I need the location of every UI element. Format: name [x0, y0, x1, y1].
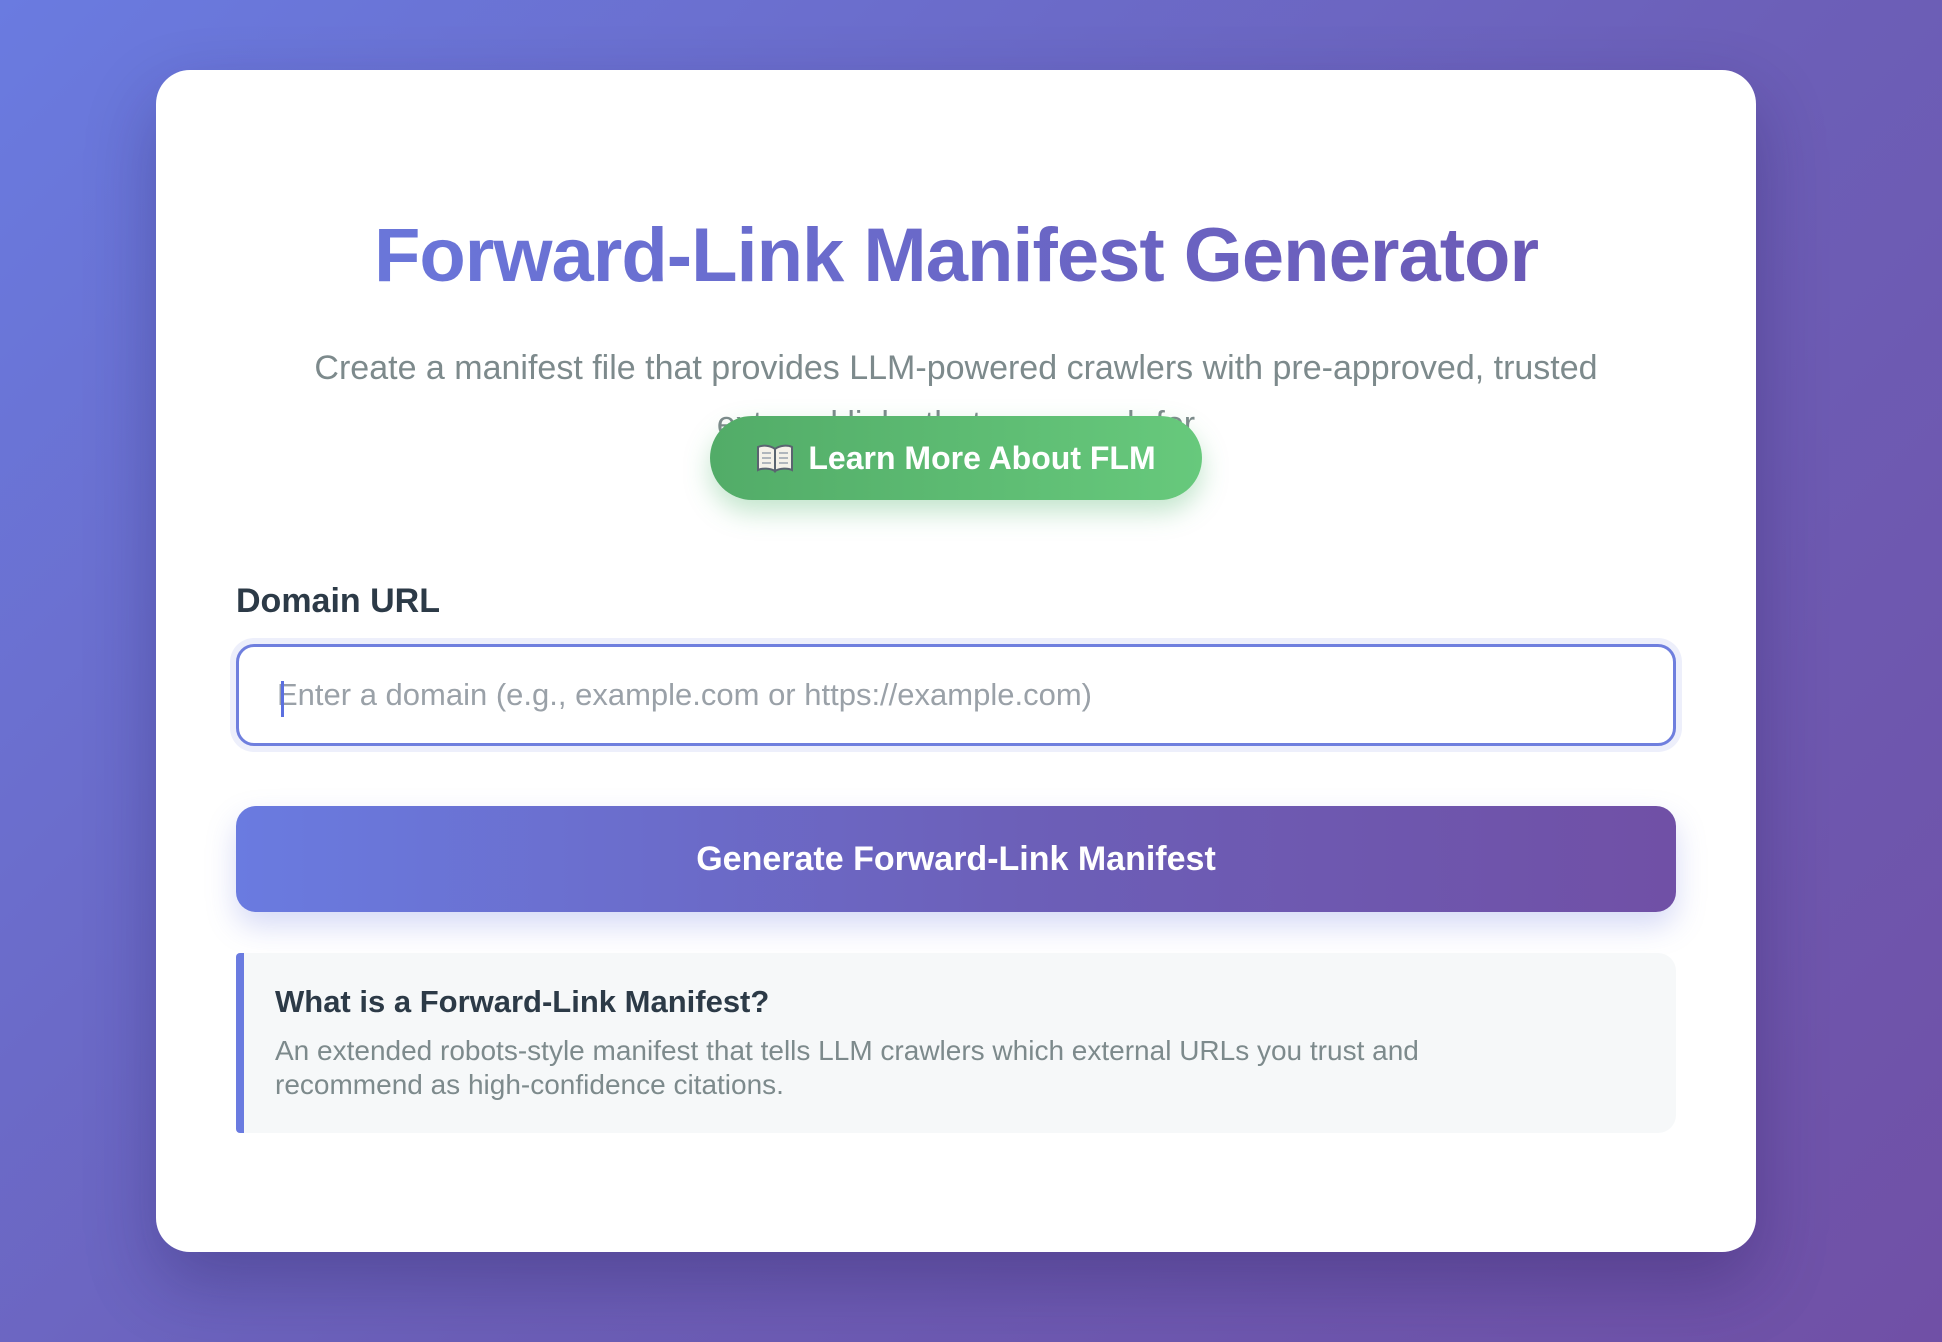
text-caret: [281, 681, 284, 717]
domain-url-input[interactable]: [239, 647, 1673, 743]
page-title: Forward-Link Manifest Generator: [156, 218, 1756, 294]
main-card: Forward-Link Manifest Generator Create a…: [156, 70, 1756, 1252]
info-title: What is a Forward-Link Manifest?: [275, 984, 770, 1019]
generate-manifest-button[interactable]: Generate Forward-Link Manifest: [236, 806, 1676, 912]
learn-more-label: Learn More About FLM: [808, 439, 1156, 476]
info-box: What is a Forward-Link Manifest? An exte…: [236, 953, 1676, 1133]
open-book-icon: [756, 443, 794, 473]
info-text: An extended robots-style manifest that t…: [275, 1035, 1419, 1101]
domain-input-wrapper: [236, 644, 1676, 746]
learn-more-button[interactable]: Learn More About FLM: [710, 416, 1202, 500]
domain-url-label: Domain URL: [236, 582, 440, 620]
